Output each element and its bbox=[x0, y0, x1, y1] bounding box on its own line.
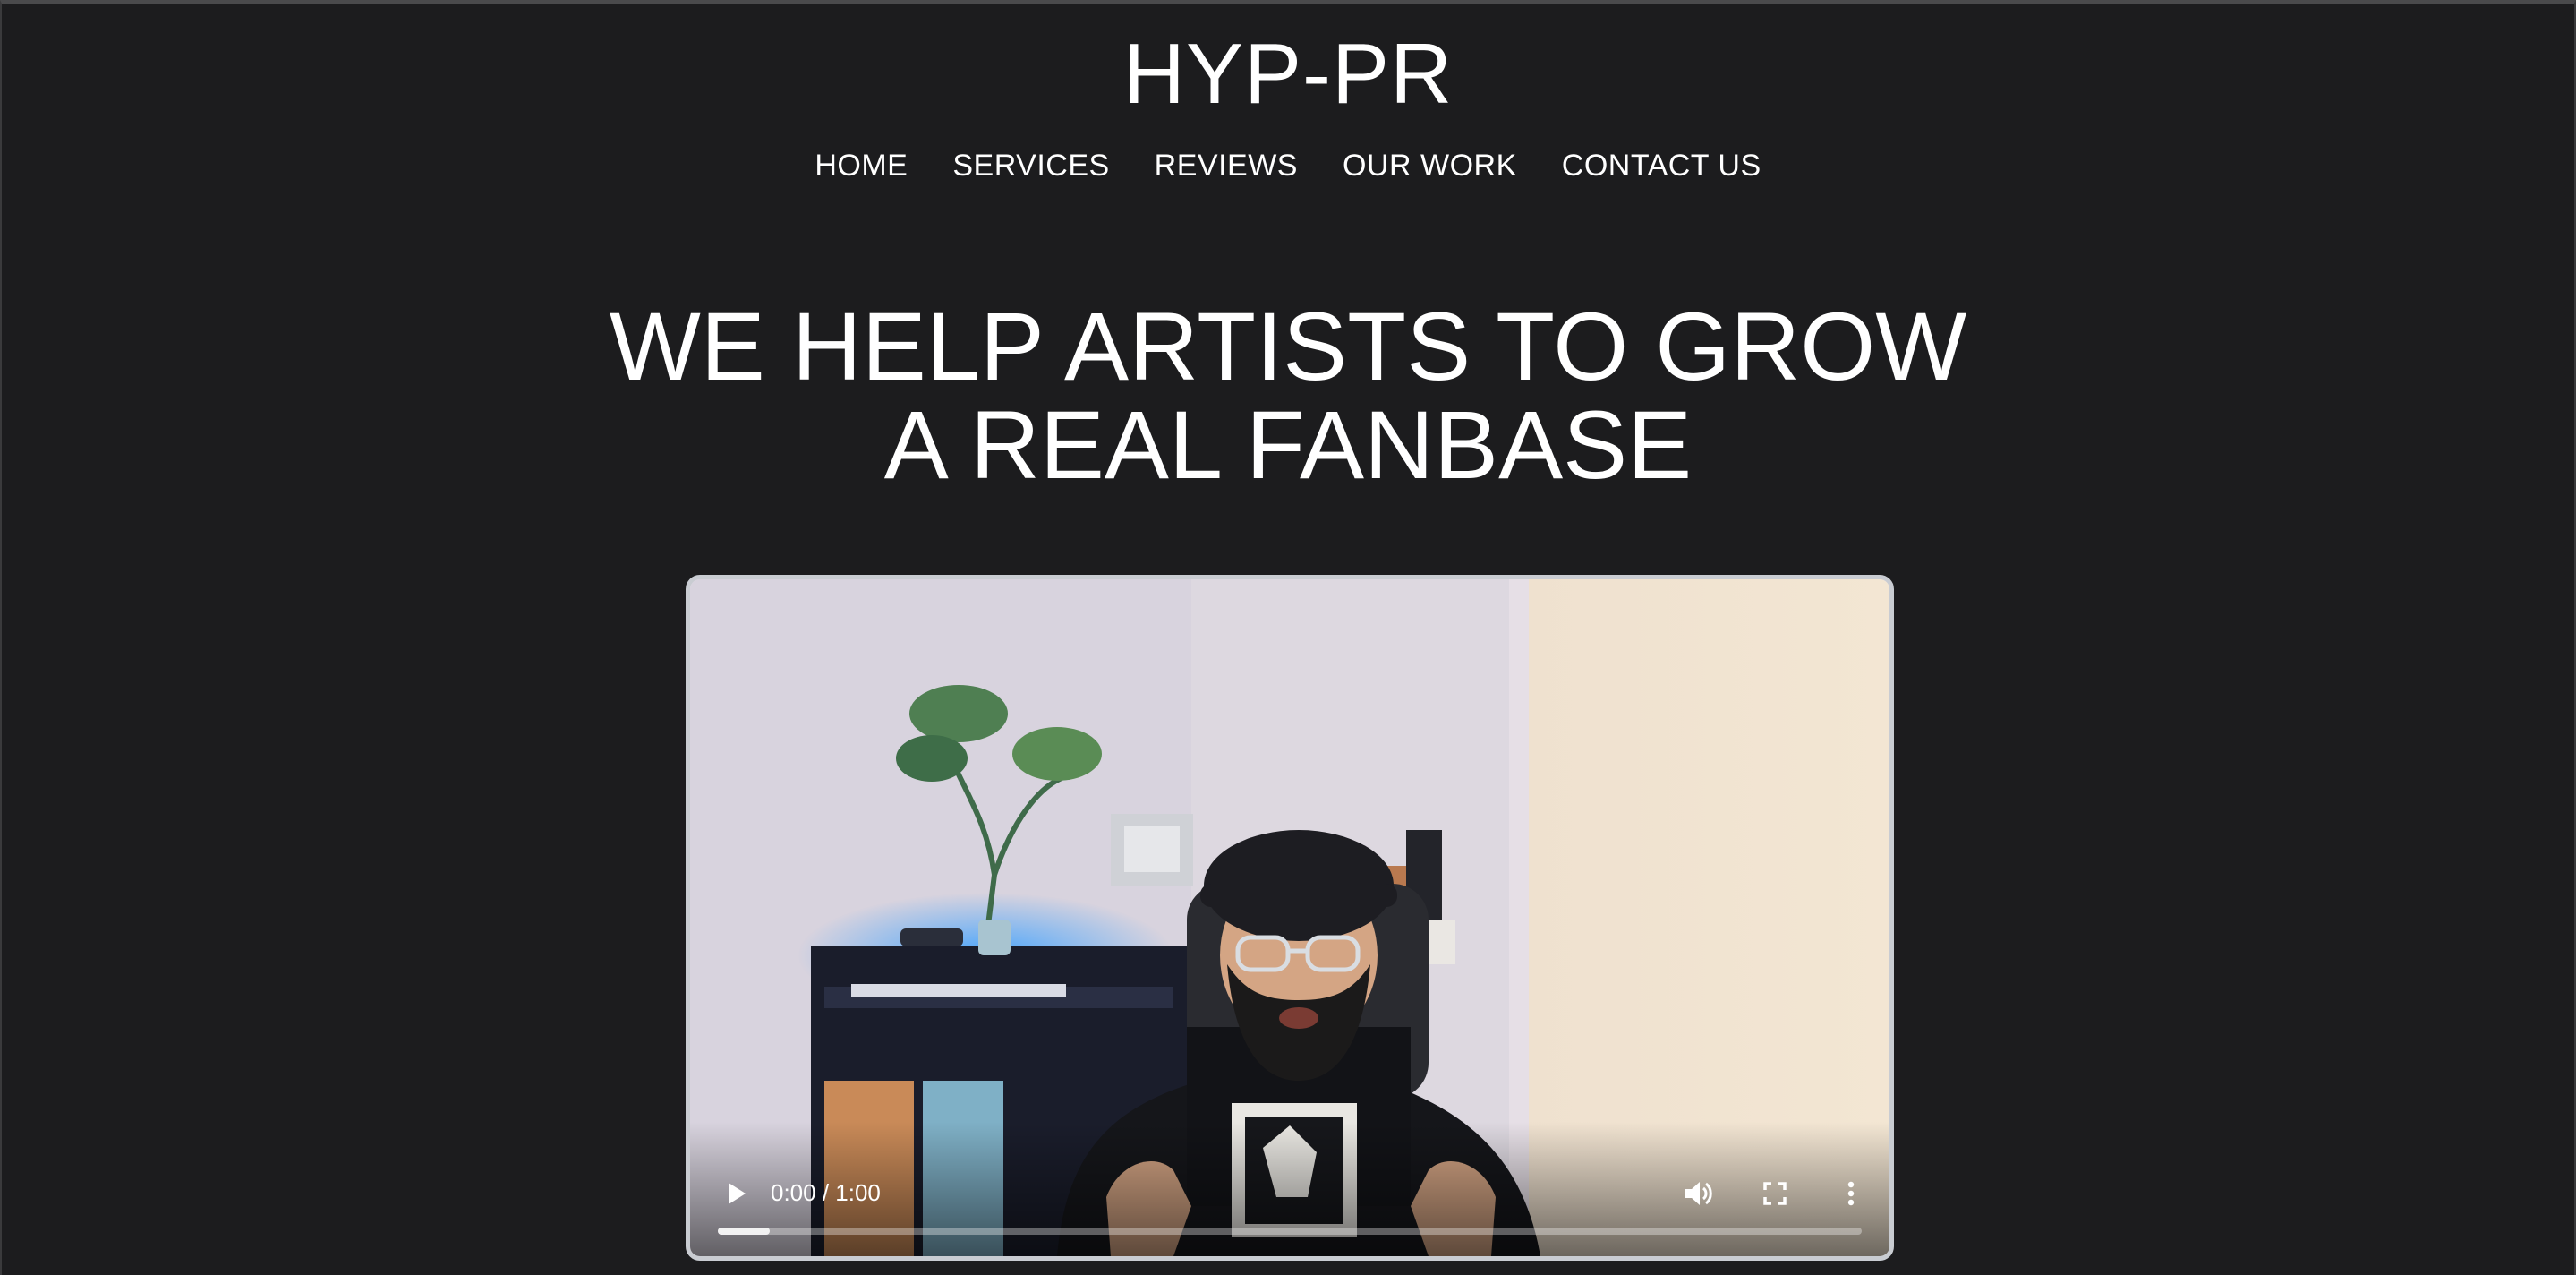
site-logo-text[interactable]: HYP-PR bbox=[2, 25, 2574, 124]
video-buffered-fill bbox=[718, 1228, 770, 1235]
nav-item-our-work[interactable]: OUR WORK bbox=[1343, 145, 1517, 186]
more-options-icon bbox=[1847, 1181, 1855, 1206]
video-player[interactable]: 0:00 / 1:00 bbox=[686, 575, 1894, 1261]
fullscreen-icon bbox=[1763, 1182, 1787, 1205]
video-controls: 0:00 / 1:00 bbox=[690, 1122, 1889, 1256]
nav-item-reviews[interactable]: REVIEWS bbox=[1155, 145, 1298, 186]
hero-heading-line-1: WE HELP ARTISTS TO GROW bbox=[609, 292, 1967, 400]
nav-item-home[interactable]: HOME bbox=[815, 145, 908, 186]
volume-button[interactable] bbox=[1679, 1174, 1719, 1213]
main-nav: HOME SERVICES REVIEWS OUR WORK CONTACT U… bbox=[2, 145, 2574, 186]
hero-heading: WE HELP ARTISTS TO GROW A REAL FANBASE bbox=[2, 297, 2574, 494]
video-progress-bar[interactable] bbox=[718, 1228, 1862, 1235]
volume-icon bbox=[1685, 1182, 1712, 1205]
hero-heading-line-2: A REAL FANBASE bbox=[883, 390, 1693, 499]
play-icon bbox=[729, 1183, 746, 1204]
nav-item-contact-us[interactable]: CONTACT US bbox=[1562, 145, 1761, 186]
page: HYP-PR HOME SERVICES REVIEWS OUR WORK CO… bbox=[0, 0, 2576, 1275]
nav-item-services[interactable]: SERVICES bbox=[952, 145, 1109, 186]
fullscreen-button[interactable] bbox=[1755, 1174, 1795, 1213]
play-button[interactable] bbox=[717, 1174, 756, 1213]
more-options-button[interactable] bbox=[1831, 1174, 1871, 1213]
video-time: 0:00 / 1:00 bbox=[771, 1179, 881, 1206]
